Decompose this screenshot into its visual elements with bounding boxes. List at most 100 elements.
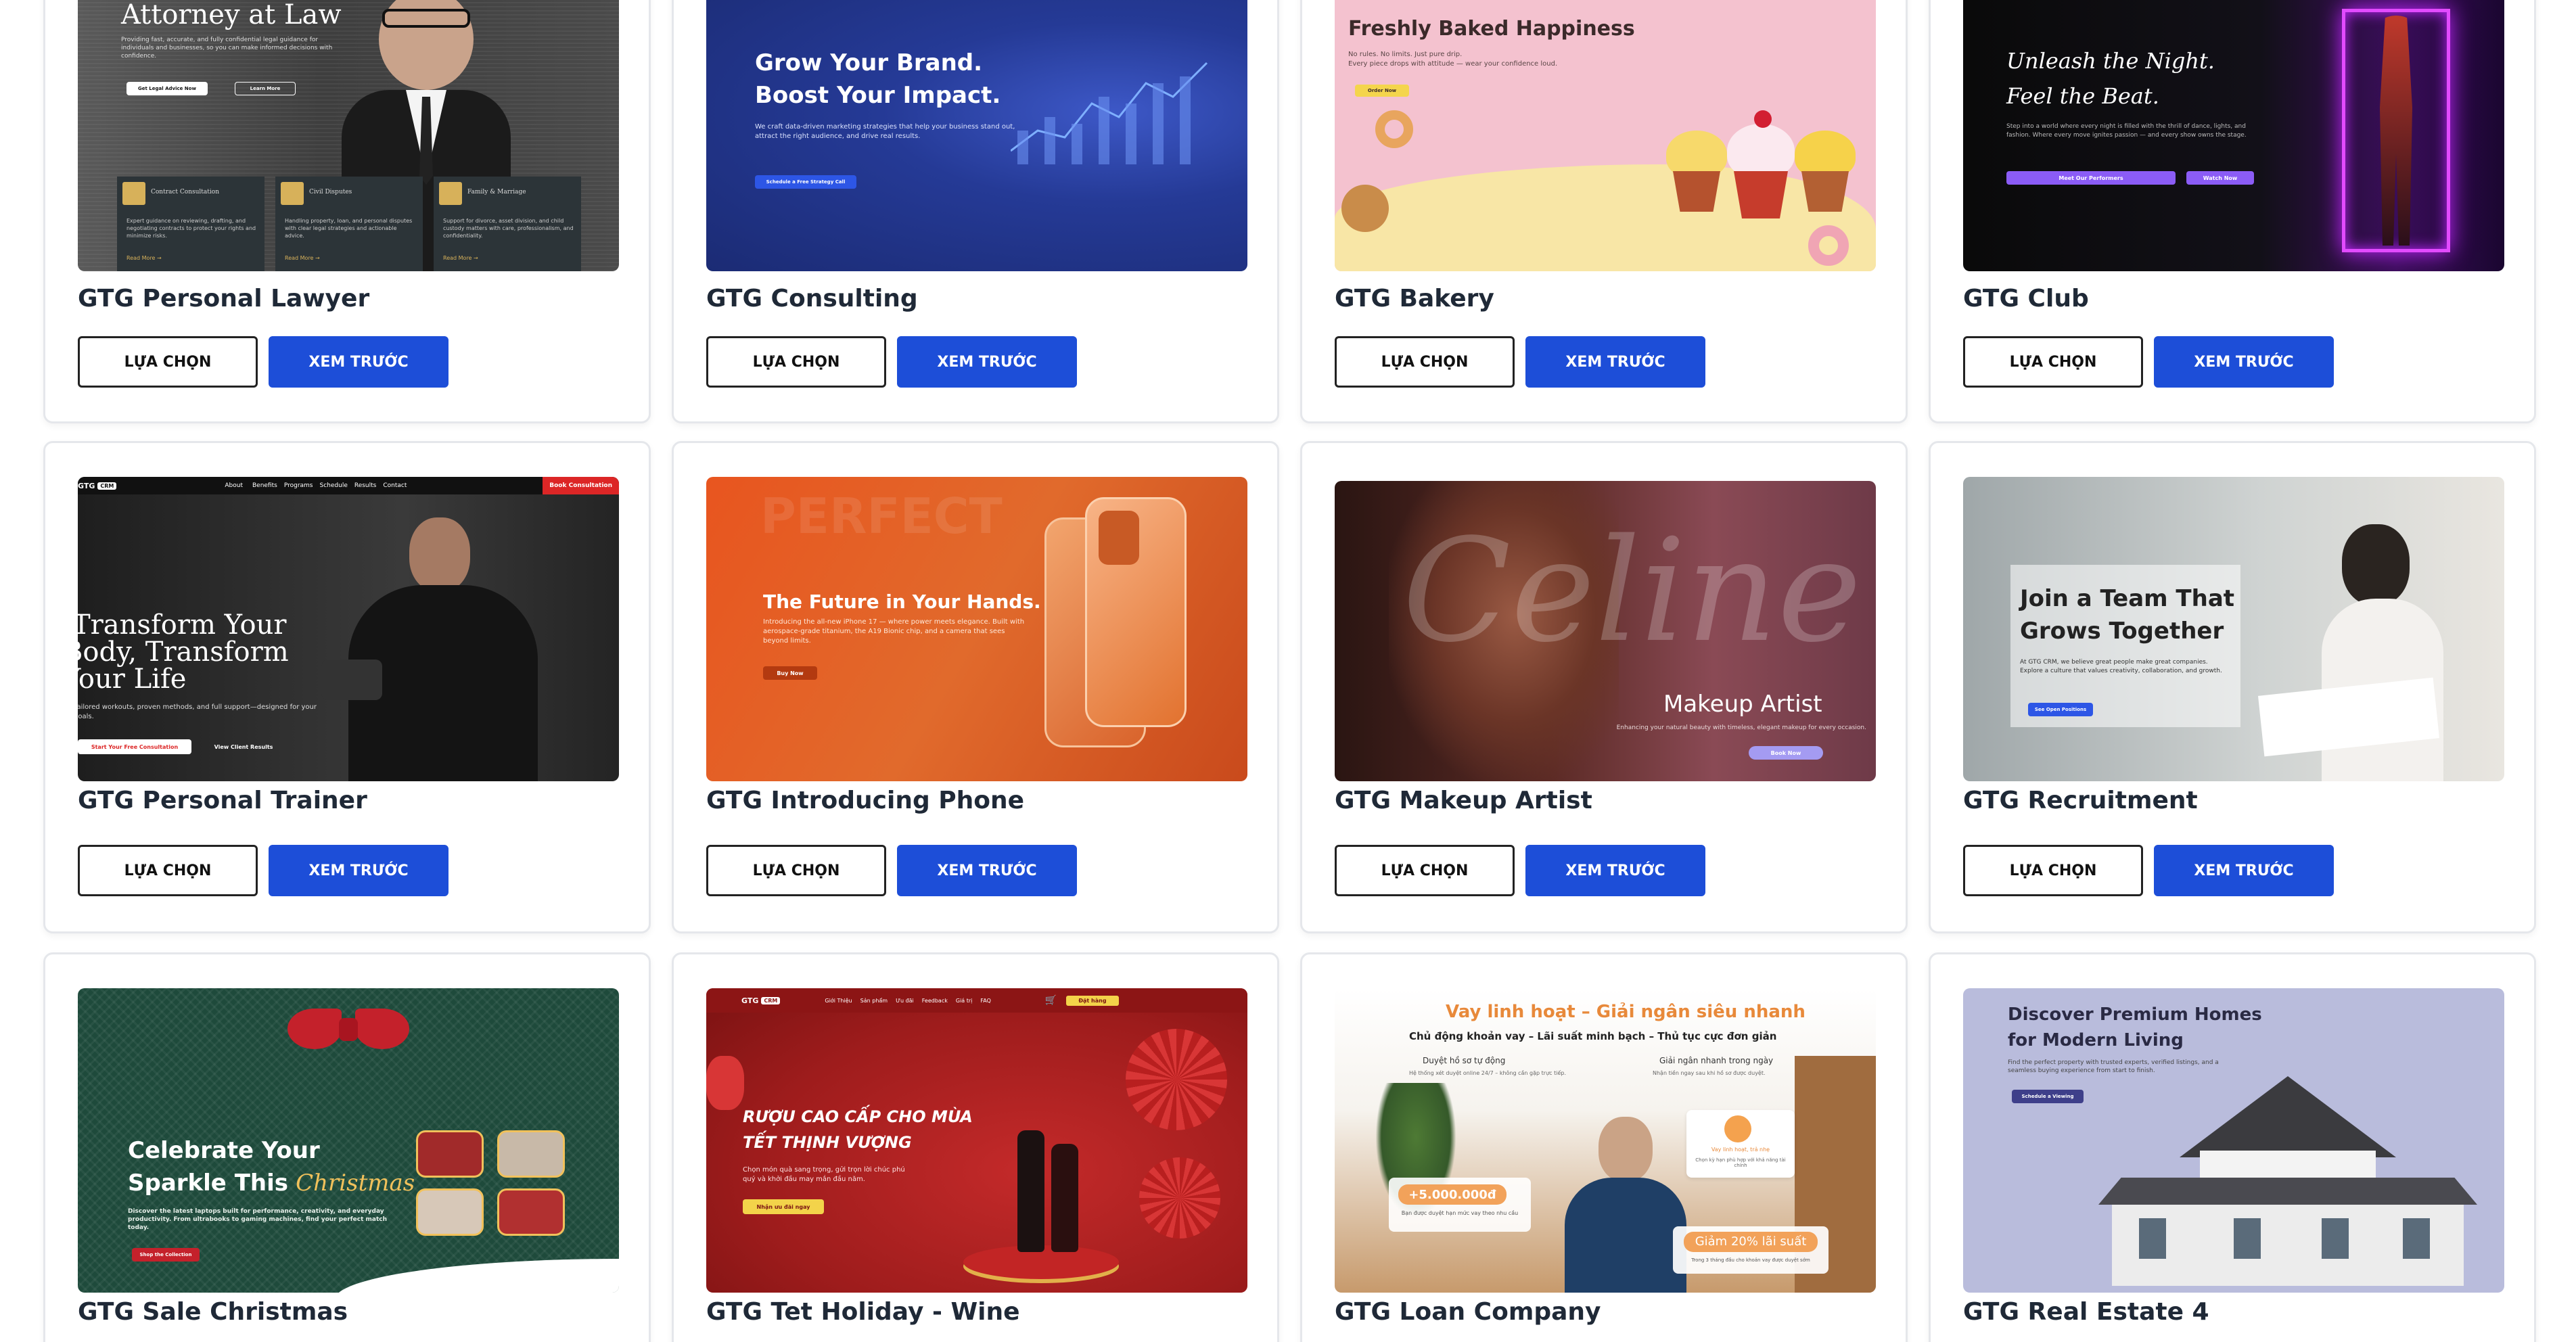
hero-heading: RƯỢU CAO CẤP CHO MÙA	[743, 1107, 973, 1126]
wine-bottle	[1051, 1144, 1078, 1252]
hero-heading: Makeup Artist	[1663, 691, 1822, 718]
select-button[interactable]: LỰA CHỌN	[1963, 845, 2143, 896]
preview-button[interactable]: XEM TRƯỚC	[2154, 845, 2334, 896]
phone-image	[1044, 497, 1187, 761]
template-card: Unleash the Night. Feel the Beat. Step i…	[1929, 0, 2536, 423]
nav-item[interactable]: Giới Thiệu	[825, 998, 852, 1004]
preview-button[interactable]: XEM TRƯỚC	[269, 845, 448, 896]
preview-button[interactable]: XEM TRƯỚC	[1525, 336, 1705, 388]
cart-icon[interactable]: 🛒	[1045, 995, 1057, 1006]
preview-button[interactable]: XEM TRƯỚC	[897, 845, 1077, 896]
hero-cta[interactable]: Schedule a Viewing	[2012, 1090, 2084, 1103]
hero-heading: Feel the Beat.	[2006, 83, 2159, 109]
service-text: Support for divorce, asset division, and…	[443, 218, 574, 239]
gift-photos	[416, 1130, 578, 1236]
trainer-photo	[308, 504, 578, 781]
coin-stack-icon	[1724, 1115, 1751, 1142]
template-thumbnail[interactable]: Unleash the Night. Feel the Beat. Step i…	[1963, 0, 2504, 271]
select-button[interactable]: LỰA CHỌN	[1335, 336, 1515, 388]
nav-item[interactable]: Results	[354, 482, 377, 489]
hero-cta[interactable]: See Open Positions	[2028, 703, 2093, 716]
select-button[interactable]: LỰA CHỌN	[706, 845, 886, 896]
template-card: Celebrate Your Sparkle This Christmas Di…	[43, 952, 651, 1342]
template-title: GTG Consulting	[706, 285, 918, 313]
hero-text: Find the perfect property with trusted e…	[2008, 1059, 2219, 1074]
template-thumbnail[interactable]: Join a Team That Grows Together At GTG C…	[1963, 477, 2504, 781]
hero-cta[interactable]: Nhận ưu đãi ngay	[743, 1199, 824, 1214]
template-card: Freshly Baked Happiness No rules. No lim…	[1300, 0, 1908, 423]
nav-cta-button[interactable]: Book Consultation	[543, 477, 619, 494]
hero-cta[interactable]: Book Now	[1749, 746, 1823, 760]
nav-item[interactable]: Giá trị	[956, 998, 973, 1004]
hero-cta[interactable]: Buy Now	[763, 666, 817, 680]
service-link[interactable]: Read More →	[443, 255, 478, 261]
nav-item[interactable]: About	[225, 482, 243, 489]
select-button[interactable]: LỰA CHỌN	[1963, 336, 2143, 388]
preview-button[interactable]: XEM TRƯỚC	[897, 336, 1077, 388]
hero-heading: Vay linh hoạt – Giải ngân siêu nhanh	[1446, 1002, 1806, 1022]
hero-cta-primary[interactable]: Get Legal Advice Now	[127, 82, 208, 95]
feature-text: Nhận tiền ngay sau khi hồ sơ được duyệt.	[1653, 1070, 1766, 1076]
hero-cta-secondary[interactable]: View Client Results	[200, 739, 288, 754]
template-card: Vay linh hoạt – Giải ngân siêu nhanh Chủ…	[1300, 952, 1908, 1342]
template-thumbnail[interactable]: Vay linh hoạt – Giải ngân siêu nhanh Chủ…	[1335, 988, 1876, 1293]
hero-cta[interactable]: Shop the Collection	[132, 1248, 200, 1262]
service-text: Handling property, loan, and personal di…	[285, 218, 413, 239]
nav-item[interactable]: Sản phẩm	[860, 998, 888, 1004]
feature-title: Giải ngân nhanh trong ngày	[1659, 1056, 1774, 1065]
hero-cta[interactable]: Schedule a Free Strategy Call	[755, 175, 856, 189]
template-thumbnail[interactable]: GTG CRM About Benefits Programs Schedule…	[78, 477, 619, 781]
template-card: GTG CRM About Benefits Programs Schedule…	[43, 441, 651, 933]
select-button[interactable]: LỰA CHỌN	[78, 336, 258, 388]
template-thumbnail[interactable]: Freshly Baked Happiness No rules. No lim…	[1335, 0, 1876, 271]
template-thumbnail[interactable]: Attorney at Law Providing fast, accurate…	[78, 0, 619, 271]
nav-item[interactable]: Benefits	[252, 482, 277, 489]
logo: GTG	[78, 481, 95, 490]
nav-item[interactable]: Schedule	[320, 482, 348, 489]
preview-button[interactable]: XEM TRƯỚC	[2154, 336, 2334, 388]
template-title: GTG Personal Lawyer	[78, 285, 370, 313]
hero-cta-primary[interactable]: Start Your Free Consultation	[78, 739, 191, 754]
hero-cta-secondary[interactable]: Learn More	[235, 82, 296, 95]
hero-cta-secondary[interactable]: Watch Now	[2186, 171, 2254, 185]
service-card: Contract Consultation Expert guidance on…	[117, 177, 264, 271]
select-button[interactable]: LỰA CHỌN	[706, 336, 886, 388]
preview-button[interactable]: XEM TRƯỚC	[1525, 845, 1705, 896]
hero-cta-primary[interactable]: Meet Our Performers	[2006, 171, 2176, 185]
preview-button[interactable]: XEM TRƯỚC	[269, 336, 448, 388]
template-title: GTG Bakery	[1335, 285, 1494, 313]
template-title: GTG Personal Trainer	[78, 787, 367, 814]
logo-badge: CRM	[97, 482, 117, 490]
template-card: Celine Makeup Artist Enhancing your natu…	[1300, 441, 1908, 933]
document-icon	[122, 182, 145, 205]
hero-text: At GTG CRM, we believe great people make…	[2020, 659, 2222, 674]
hero-text: Providing fast, accurate, and fully conf…	[121, 37, 333, 60]
template-thumbnail[interactable]: Celebrate Your Sparkle This Christmas Di…	[78, 988, 619, 1293]
template-title: GTG Loan Company	[1335, 1298, 1601, 1326]
select-button[interactable]: LỰA CHỌN	[1335, 845, 1515, 896]
hero-text: Step into a world where every night is f…	[2006, 123, 2247, 139]
nav-item[interactable]: Ưu đãi	[896, 998, 914, 1004]
template-thumbnail[interactable]: Celine Makeup Artist Enhancing your natu…	[1335, 481, 1876, 781]
template-thumbnail[interactable]: Grow Your Brand. Boost Your Impact. We c…	[706, 0, 1247, 271]
feature-text: Hệ thống xét duyệt online 24/7 – không c…	[1409, 1070, 1566, 1076]
service-link[interactable]: Read More →	[285, 255, 320, 261]
hero-cta[interactable]: Order Now	[1355, 85, 1409, 97]
hero-heading: for Modern Living	[2008, 1030, 2184, 1050]
template-title: GTG Recruitment	[1963, 787, 2198, 814]
select-button[interactable]: LỰA CHỌN	[78, 845, 258, 896]
nav-cta-button[interactable]: Đặt hàng	[1066, 995, 1119, 1006]
service-text: Expert guidance on reviewing, drafting, …	[127, 218, 256, 239]
nav-item[interactable]: Programs	[284, 482, 313, 489]
logo-badge: CRM	[761, 996, 781, 1004]
nav-item[interactable]: Feedback	[922, 998, 948, 1004]
template-thumbnail[interactable]: GTG CRM Giới Thiệu Sản phẩm Ưu đãi Feedb…	[706, 988, 1247, 1293]
template-thumbnail[interactable]: PERFECT The Future in Your Hands. Introd…	[706, 477, 1247, 781]
template-thumbnail[interactable]: Discover Premium Homes for Modern Living…	[1963, 988, 2504, 1293]
hero-heading: Celebrate Your	[128, 1137, 320, 1164]
template-card: Discover Premium Homes for Modern Living…	[1929, 952, 2536, 1342]
nav-item[interactable]: Contact	[383, 482, 407, 489]
hero-text: Every piece drops with attitude — wear y…	[1348, 60, 1558, 68]
service-link[interactable]: Read More →	[127, 255, 162, 261]
nav-item[interactable]: FAQ	[980, 998, 991, 1004]
